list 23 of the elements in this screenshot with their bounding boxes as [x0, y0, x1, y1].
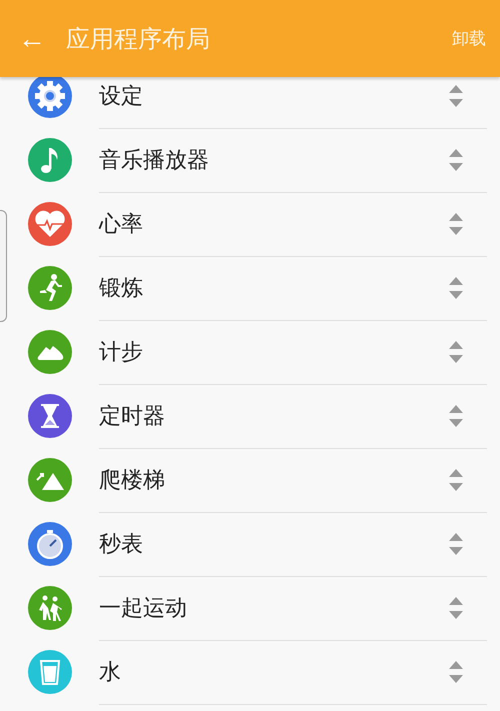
reorder-icon[interactable]: [448, 596, 464, 620]
reorder-icon[interactable]: [448, 212, 464, 236]
reorder-icon[interactable]: [448, 148, 464, 172]
app-name: 秒表: [99, 530, 144, 558]
app-name: 水: [99, 658, 122, 686]
app-name: 锻炼: [99, 274, 144, 302]
reorder-icon[interactable]: [448, 532, 464, 556]
app-name: 心率: [99, 210, 144, 238]
back-button[interactable]: ←: [18, 22, 66, 54]
page-title: 应用程序布局: [66, 24, 211, 54]
app-name: 音乐播放器: [99, 146, 210, 174]
app-name: 一起运动: [99, 594, 188, 622]
reorder-icon[interactable]: [448, 404, 464, 428]
app-name: 爬楼梯: [99, 466, 166, 494]
uninstall-button[interactable]: 卸载: [452, 27, 486, 50]
reorder-icon[interactable]: [448, 84, 464, 108]
reorder-icon[interactable]: [448, 276, 464, 300]
reorder-icon[interactable]: [448, 468, 464, 492]
reorder-icon[interactable]: [448, 660, 464, 684]
reorder-icon[interactable]: [448, 340, 464, 364]
app-name: 设定: [99, 82, 144, 110]
app-name: 计步: [99, 338, 144, 366]
app-name: 定时器: [99, 402, 166, 430]
